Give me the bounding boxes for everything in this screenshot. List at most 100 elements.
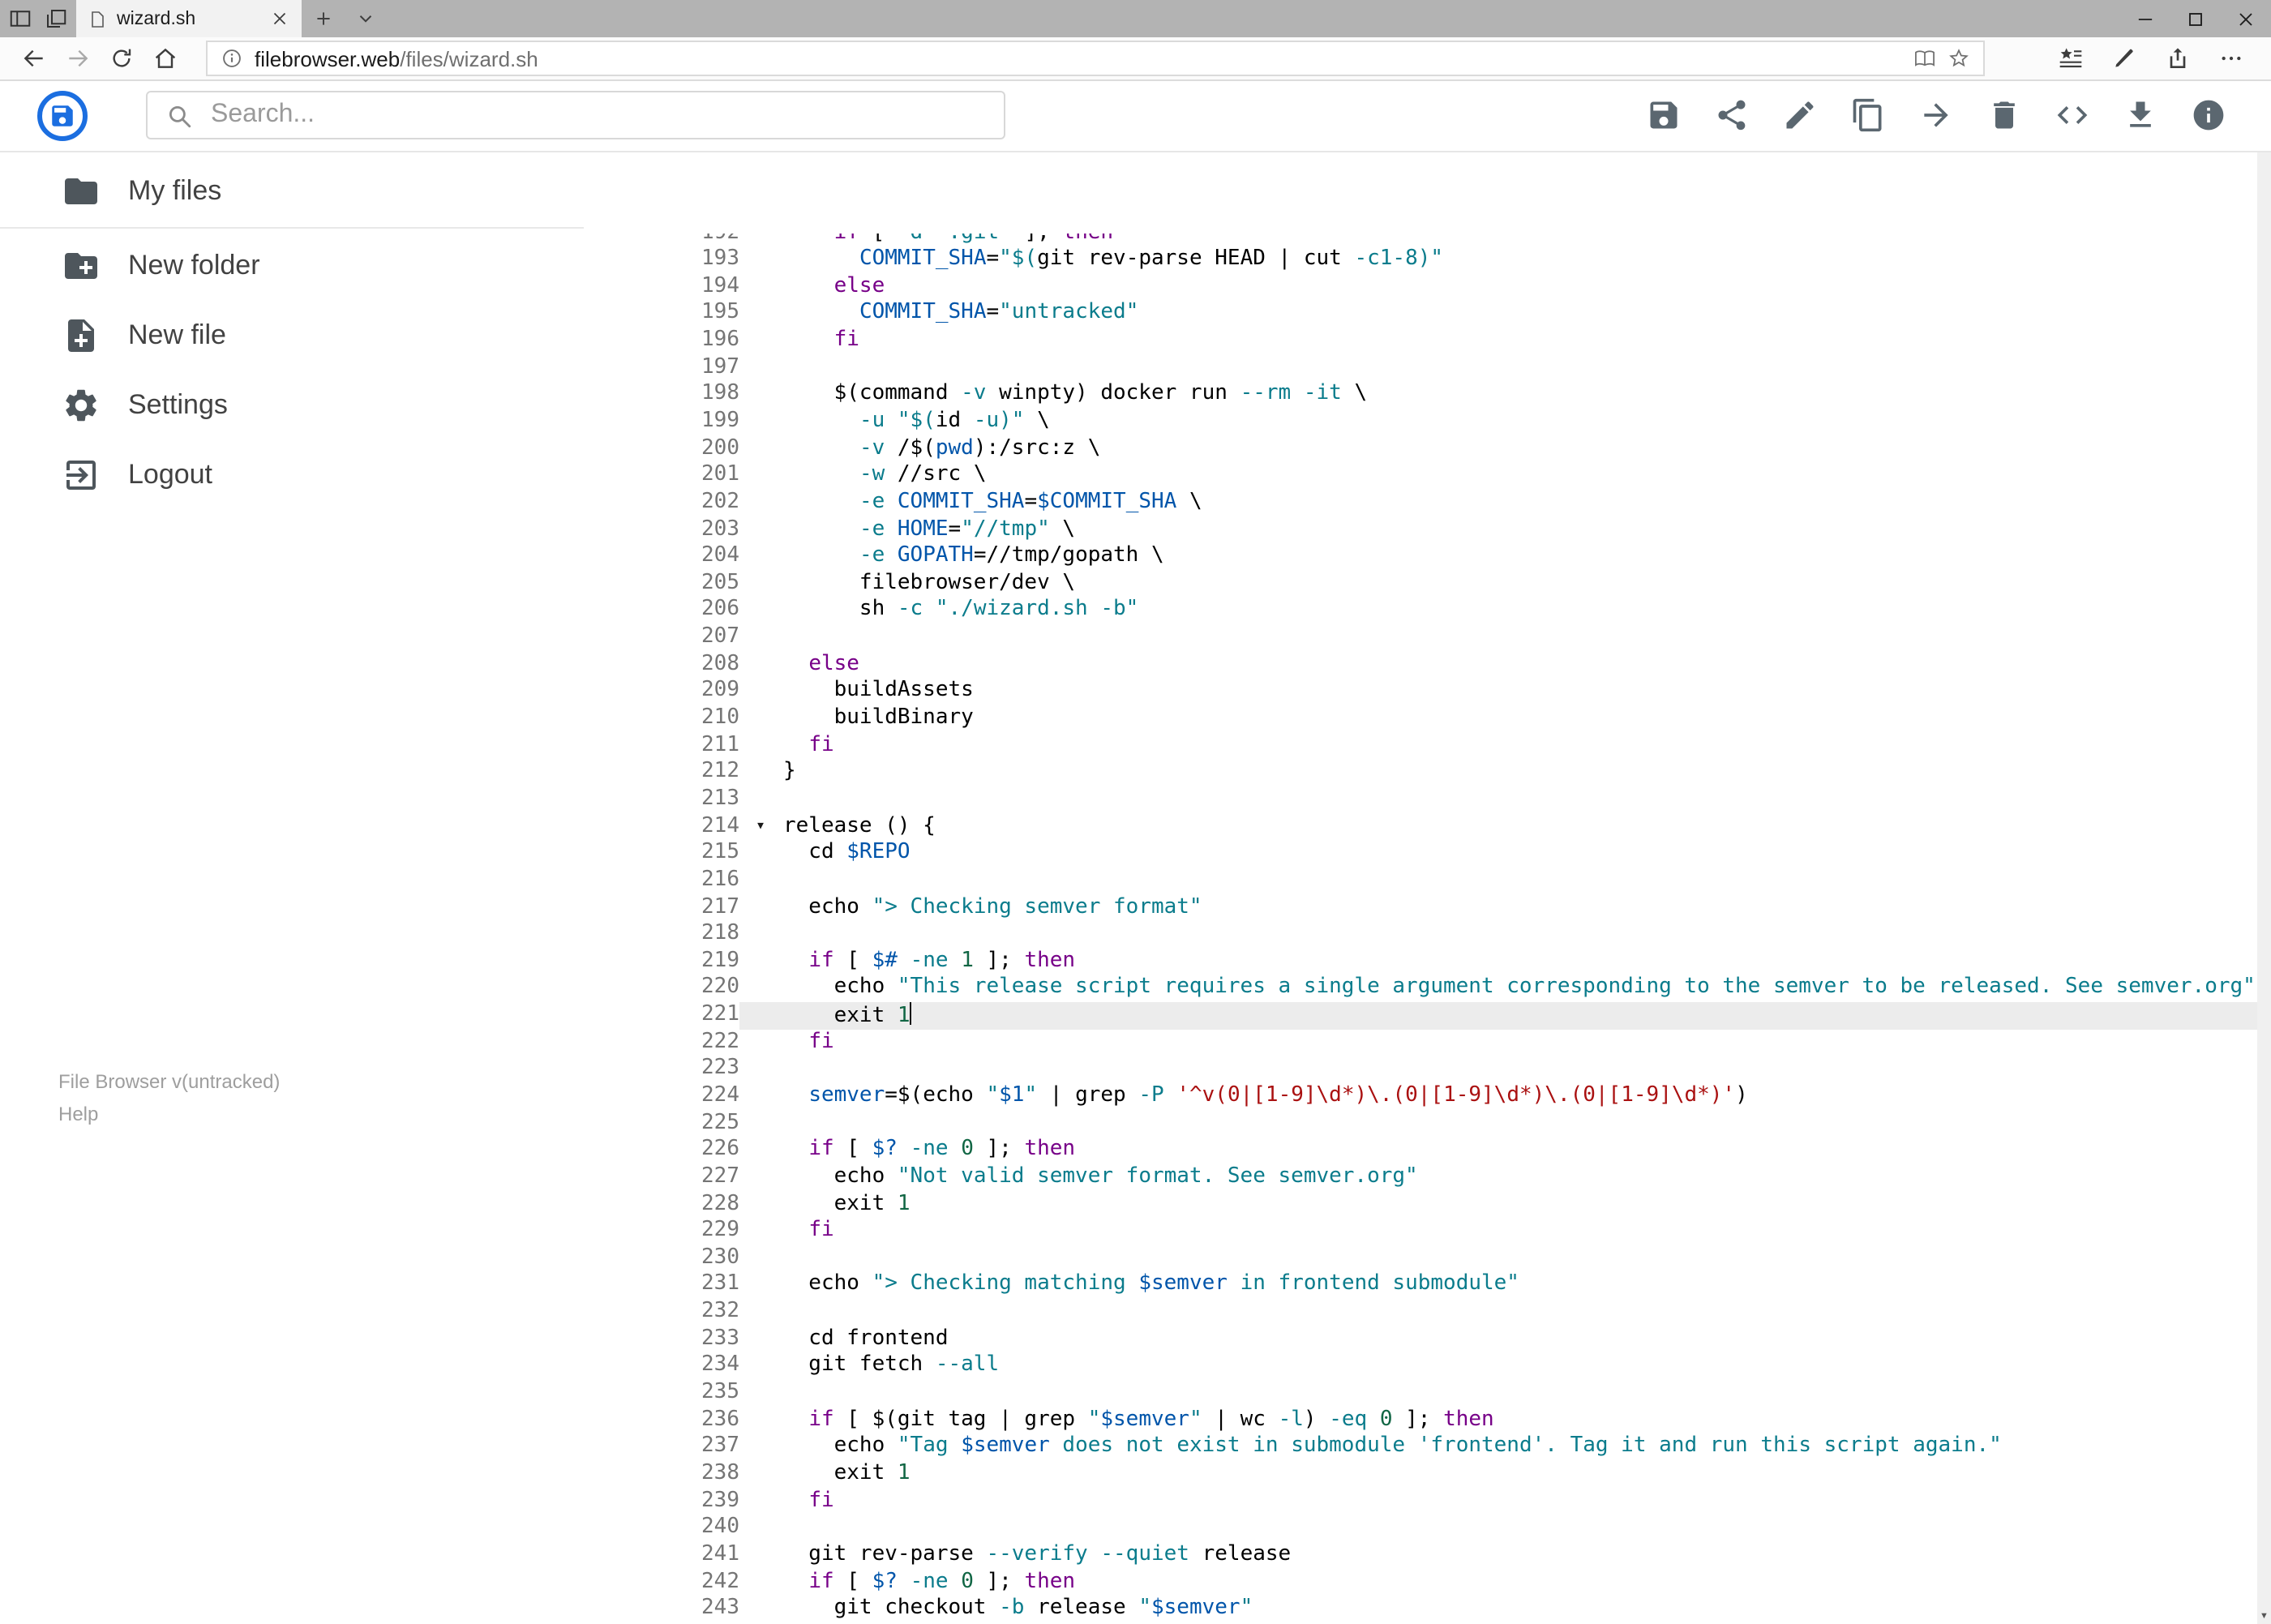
- code-text[interactable]: release () {: [739, 813, 2257, 840]
- code-line[interactable]: 214 ▾ release () {: [584, 813, 2257, 840]
- maximize-button[interactable]: [2170, 0, 2221, 37]
- code-text[interactable]: echo "This release script requires a sin…: [739, 975, 2257, 1002]
- code-line[interactable]: 242 if [ $? -ne 0 ]; then: [584, 1569, 2257, 1596]
- code-text[interactable]: buildAssets: [739, 679, 2257, 705]
- sidebar-item-new-file[interactable]: New file: [0, 300, 584, 370]
- code-line[interactable]: 234 git fetch --all: [584, 1353, 2257, 1380]
- code-line[interactable]: 232: [584, 1299, 2257, 1326]
- info-button[interactable]: [2190, 98, 2226, 134]
- code-text[interactable]: [739, 624, 2257, 651]
- sidebar-item-settings[interactable]: Settings: [0, 370, 584, 439]
- code-line[interactable]: 220 echo "This release script requires a…: [584, 975, 2257, 1002]
- code-line[interactable]: 239 fi: [584, 1488, 2257, 1515]
- code-line[interactable]: 193 COMMIT_SHA="$(git rev-parse HEAD | c…: [584, 246, 2257, 273]
- code-text[interactable]: [739, 1110, 2257, 1137]
- code-line[interactable]: 208 else: [584, 652, 2257, 679]
- code-line[interactable]: 215 cd $REPO: [584, 840, 2257, 867]
- code-text[interactable]: filebrowser/dev \: [739, 571, 2257, 598]
- code-text[interactable]: -e GOPATH=//tmp/gopath \: [739, 543, 2257, 570]
- address-bar[interactable]: filebrowser.web/files/wizard.sh: [206, 41, 1984, 76]
- site-info-icon[interactable]: [221, 47, 243, 70]
- code-text[interactable]: git fetch --all: [739, 1353, 2257, 1380]
- code-text[interactable]: if [ $? -ne 0 ]; then: [739, 1569, 2257, 1596]
- browser-tab[interactable]: wizard.sh: [76, 0, 302, 37]
- scroll-down-arrow[interactable]: ▼: [2257, 1608, 2271, 1624]
- code-text[interactable]: [739, 1056, 2257, 1083]
- code-text[interactable]: cd frontend: [739, 1326, 2257, 1353]
- code-line[interactable]: 197: [584, 354, 2257, 381]
- code-text[interactable]: fi: [739, 1218, 2257, 1245]
- code-text[interactable]: [739, 1380, 2257, 1407]
- code-line[interactable]: 240: [584, 1515, 2257, 1542]
- code-text[interactable]: echo "Tag $semver does not exist in subm…: [739, 1434, 2257, 1461]
- code-line[interactable]: 228 exit 1: [584, 1191, 2257, 1218]
- code-text[interactable]: [739, 786, 2257, 813]
- code-line[interactable]: 206 sh -c "./wizard.sh -b": [584, 598, 2257, 624]
- code-line[interactable]: 236 if [ $(git tag | grep "$semver" | wc…: [584, 1407, 2257, 1433]
- ink-button[interactable]: [2102, 37, 2146, 79]
- close-window-button[interactable]: [2221, 0, 2271, 37]
- code-line[interactable]: 219 if [ $# -ne 1 ]; then: [584, 949, 2257, 975]
- code-text[interactable]: buildBinary: [739, 705, 2257, 732]
- code-line[interactable]: 198 $(command -v winpty) docker run --rm…: [584, 382, 2257, 409]
- favorite-star-icon[interactable]: [1947, 47, 1969, 70]
- code-text[interactable]: git rev-parse --verify --quiet release: [739, 1542, 2257, 1569]
- back-button[interactable]: [11, 37, 55, 79]
- code-line[interactable]: 194 else: [584, 274, 2257, 301]
- minimize-button[interactable]: [2120, 0, 2170, 37]
- code-text[interactable]: exit 1: [739, 1461, 2257, 1488]
- code-text[interactable]: exit 1: [739, 1191, 2257, 1218]
- code-line[interactable]: 223: [584, 1056, 2257, 1083]
- code-text[interactable]: exit 1: [739, 1002, 2257, 1030]
- code-text[interactable]: echo "Not valid semver format. See semve…: [739, 1164, 2257, 1191]
- code-text[interactable]: [739, 1515, 2257, 1542]
- code-text[interactable]: if [ $? -ne 0 ]; then: [739, 1138, 2257, 1164]
- code-text[interactable]: fi: [739, 732, 2257, 759]
- save-button[interactable]: [1645, 98, 1681, 134]
- code-text[interactable]: if [ $# -ne 1 ]; then: [739, 949, 2257, 975]
- sidebar-item-my-files[interactable]: My files: [0, 156, 584, 225]
- reading-view-icon[interactable]: [1913, 47, 1935, 70]
- code-text[interactable]: [739, 1245, 2257, 1272]
- code-line[interactable]: 207: [584, 624, 2257, 651]
- code-line[interactable]: 218: [584, 921, 2257, 948]
- code-line[interactable]: 209 buildAssets: [584, 679, 2257, 705]
- code-line[interactable]: 238 exit 1: [584, 1461, 2257, 1488]
- code-line[interactable]: 221 exit 1: [584, 1002, 2257, 1030]
- code-text[interactable]: sh -c "./wizard.sh -b": [739, 598, 2257, 624]
- editor-mode-button[interactable]: [2054, 98, 2089, 134]
- app-logo[interactable]: [37, 90, 88, 141]
- code-text[interactable]: $(command -v winpty) docker run --rm -it…: [739, 382, 2257, 409]
- code-line[interactable]: 200 -v /$(pwd):/src:z \: [584, 435, 2257, 462]
- code-line[interactable]: 203 -e HOME="//tmp" \: [584, 516, 2257, 543]
- code-line[interactable]: 229 fi: [584, 1218, 2257, 1245]
- code-text[interactable]: else: [739, 652, 2257, 679]
- code-line[interactable]: 196 fi: [584, 328, 2257, 354]
- code-line[interactable]: 213: [584, 786, 2257, 813]
- code-line[interactable]: 231 echo "> Checking matching $semver in…: [584, 1272, 2257, 1299]
- code-line[interactable]: 226 if [ $? -ne 0 ]; then: [584, 1138, 2257, 1164]
- code-text[interactable]: -u "$(id -u)" \: [739, 409, 2257, 435]
- code-text[interactable]: cd $REPO: [739, 840, 2257, 867]
- code-line[interactable]: 201 -w //src \: [584, 463, 2257, 490]
- code-text[interactable]: [739, 1299, 2257, 1326]
- code-text[interactable]: else: [739, 274, 2257, 301]
- move-button[interactable]: [1917, 98, 1953, 134]
- page-scrollbar[interactable]: ▲ ▼: [2257, 81, 2271, 1624]
- code-line[interactable]: 235: [584, 1380, 2257, 1407]
- code-text[interactable]: git checkout -b release "$semver": [739, 1596, 2257, 1622]
- tab-close-icon[interactable]: [269, 8, 290, 29]
- more-button[interactable]: [2209, 37, 2253, 79]
- sidebar-item-new-folder[interactable]: New folder: [0, 230, 584, 300]
- code-text[interactable]: echo "> Checking matching $semver in fro…: [739, 1272, 2257, 1299]
- delete-button[interactable]: [1986, 98, 2021, 134]
- code-line[interactable]: 204 -e GOPATH=//tmp/gopath \: [584, 543, 2257, 570]
- code-text[interactable]: fi: [739, 328, 2257, 354]
- search-input[interactable]: [211, 101, 986, 131]
- code-line[interactable]: 243 git checkout -b release "$semver": [584, 1596, 2257, 1622]
- download-button[interactable]: [2122, 98, 2157, 134]
- code-line[interactable]: 222 fi: [584, 1029, 2257, 1056]
- forward-button[interactable]: [55, 37, 99, 79]
- help-link[interactable]: Help: [58, 1097, 280, 1129]
- code-line[interactable]: 210 buildBinary: [584, 705, 2257, 732]
